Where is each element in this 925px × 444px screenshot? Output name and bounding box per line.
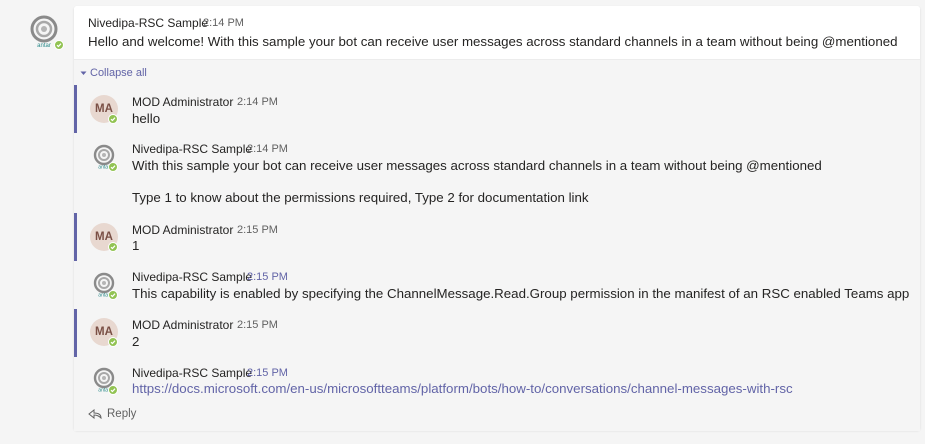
message-author: Nivedipa-RSC Sample: [88, 16, 209, 30]
bot-avatar: antar: [27, 14, 64, 50]
presence-icon: [108, 385, 118, 395]
presence-icon: [108, 114, 118, 124]
message-text: Type 1 to know about the permissions req…: [132, 190, 589, 205]
presence-icon: [54, 40, 64, 50]
message-timestamp: 2:15 PM: [237, 319, 278, 331]
message-author: MOD Administrator: [132, 95, 234, 109]
message-timestamp: 2:15 PM: [247, 367, 288, 379]
avatar-initials: MA: [95, 231, 113, 243]
message-author: Nivedipa-RSC Sample: [132, 270, 253, 284]
user-message-marker: [74, 85, 77, 133]
presence-icon: [108, 162, 118, 172]
documentation-link[interactable]: https://docs.microsoft.com/en-us/microso…: [132, 381, 793, 396]
message-author: Nivedipa-RSC Sample: [132, 142, 253, 156]
message-timestamp: 2:14 PM: [237, 96, 278, 108]
user-message-marker: [74, 213, 77, 261]
presence-icon: [108, 242, 118, 252]
message-author: MOD Administrator: [132, 223, 234, 237]
message-author: MOD Administrator: [132, 318, 234, 332]
message-author: Nivedipa-RSC Sample: [132, 366, 253, 380]
message-timestamp: 2:15 PM: [247, 271, 288, 283]
user-message-marker: [74, 309, 77, 357]
presence-icon: [108, 337, 118, 347]
presence-icon: [108, 290, 118, 300]
message-text: hello: [132, 111, 161, 126]
message-text: 2: [132, 334, 140, 349]
collapse-all-button[interactable]: Collapse all: [80, 67, 147, 79]
reply-label: Reply: [107, 408, 137, 420]
reply-arrow-icon: [88, 409, 102, 419]
message-text: Hello and welcome! With this sample your…: [88, 34, 898, 49]
reply-button[interactable]: Reply: [88, 408, 136, 420]
message-timestamp: 2:15 PM: [237, 224, 278, 236]
message-timestamp: 2:14 PM: [203, 17, 244, 29]
message-timestamp: 2:14 PM: [247, 143, 288, 155]
message-text: 1: [132, 238, 140, 253]
collapse-all-label: Collapse all: [90, 67, 147, 79]
message-text: With this sample your bot can receive us…: [132, 158, 822, 173]
chevron-down-icon: [80, 71, 87, 75]
avatar-initials: MA: [95, 326, 113, 338]
root-message: Nivedipa-RSC Sample 2:14 PM Hello and we…: [74, 6, 920, 59]
avatar-initials: MA: [95, 103, 113, 115]
svg-text:antar: antar: [37, 43, 51, 48]
message-text: This capability is enabled by specifying…: [132, 286, 910, 301]
